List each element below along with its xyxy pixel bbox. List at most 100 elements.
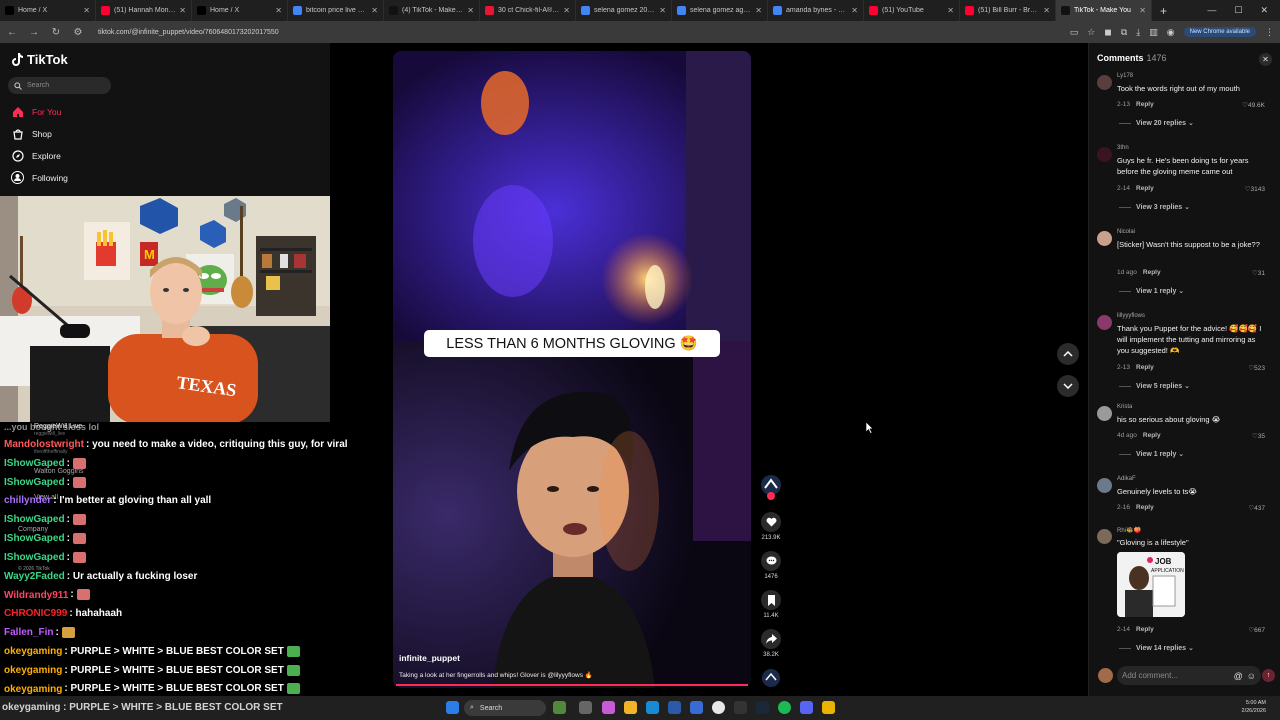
task-view-icon[interactable]: [579, 701, 592, 714]
mention-icon[interactable]: @: [1234, 671, 1243, 681]
comment-like-button[interactable]: ♡667: [1248, 626, 1265, 634]
site-info-icon[interactable]: ⚙: [72, 27, 84, 38]
tab-close-icon[interactable]: ✕: [755, 6, 762, 15]
reply-button[interactable]: Reply: [1136, 101, 1154, 108]
video-author[interactable]: infinite_puppet: [399, 653, 460, 663]
comment-avatar[interactable]: [1097, 147, 1112, 162]
comment-input-box[interactable]: @ ☺: [1117, 666, 1261, 685]
view-replies-button[interactable]: View 1 reply ⌄: [1119, 287, 1184, 295]
comment-username[interactable]: 3thn: [1117, 145, 1129, 151]
browser-tab[interactable]: Home / X ✕: [192, 0, 288, 21]
steam-icon[interactable]: [756, 701, 769, 714]
browser-tab[interactable]: selena gomez 2026 - G✕: [576, 0, 672, 21]
file-explorer-icon[interactable]: [624, 701, 637, 714]
back-icon[interactable]: ←: [6, 27, 18, 38]
chat-username[interactable]: okeygaming: [4, 684, 62, 695]
browser-tab[interactable]: amanda bynes - Goog✕: [768, 0, 864, 21]
chat-username[interactable]: IShowGaped: [4, 552, 65, 563]
sidepanel-icon[interactable]: ▥: [1149, 27, 1158, 38]
reply-button[interactable]: Reply: [1136, 626, 1154, 633]
widgets-icon[interactable]: [553, 701, 566, 714]
discord-icon[interactable]: [800, 701, 813, 714]
nav-for-you[interactable]: For You: [11, 105, 61, 118]
view-replies-button[interactable]: View 5 replies ⌄: [1119, 382, 1190, 390]
view-replies-button[interactable]: View 1 reply ⌄: [1119, 450, 1184, 458]
windows-start-icon[interactable]: [446, 701, 459, 714]
reload-icon[interactable]: ↻: [50, 27, 62, 38]
photos-icon[interactable]: [690, 701, 703, 714]
tab-close-icon[interactable]: ✕: [1139, 6, 1146, 15]
url-field[interactable]: tiktok.com/@infinite_puppet/video/760648…: [98, 29, 279, 36]
browser-tab[interactable]: selena gomez age - Go✕: [672, 0, 768, 21]
tab-close-icon[interactable]: ✕: [659, 6, 666, 15]
view-replies-button[interactable]: View 3 replies ⌄: [1119, 203, 1190, 211]
browser-tab[interactable]: TikTok - Make You ✕: [1056, 0, 1152, 21]
new-tab-button[interactable]: +: [1152, 4, 1175, 18]
chat-username[interactable]: Wayy2Faded: [4, 571, 65, 582]
comment-like-button[interactable]: ♡49.6K: [1242, 101, 1265, 109]
browser-tab[interactable]: 30 ct Chick-fil-A® Nug ✕: [480, 0, 576, 21]
chat-username[interactable]: IShowGaped: [4, 477, 65, 488]
tab-close-icon[interactable]: ✕: [275, 6, 282, 15]
comment-like-button[interactable]: ♡437: [1248, 504, 1265, 512]
sound-disc[interactable]: [756, 668, 786, 688]
spotify-icon[interactable]: [778, 701, 791, 714]
comment-like-button[interactable]: ♡31: [1252, 269, 1265, 277]
view-replies-button[interactable]: View 20 replies ⌄: [1119, 119, 1194, 127]
nav-explore[interactable]: Explore: [11, 149, 61, 162]
comment-sticker-image[interactable]: JOB APPLICATION: [1117, 552, 1185, 617]
browser-tab[interactable]: (51) Bill Burr - Breakin ✕: [960, 0, 1056, 21]
chat-username[interactable]: CHRONIC999: [4, 608, 67, 619]
comment-like-button[interactable]: ♡523: [1248, 364, 1265, 372]
creator-avatar[interactable]: [756, 474, 786, 500]
profile-icon[interactable]: ◉: [1167, 27, 1175, 38]
share-button[interactable]: 38.2K: [756, 629, 786, 658]
copilot-icon[interactable]: [602, 701, 615, 714]
browser-tab[interactable]: (51) Hannah Montana ✕: [96, 0, 192, 21]
chat-username[interactable]: Mandolostwright: [4, 439, 84, 450]
browser-tab[interactable]: (4) TikTok - Make Your✕: [384, 0, 480, 21]
nav-shop[interactable]: Shop: [11, 127, 52, 140]
comment-username[interactable]: Nicolai: [1117, 229, 1135, 235]
browser-tab[interactable]: (51) YouTube ✕: [864, 0, 960, 21]
tiktok-search-input[interactable]: Search: [8, 77, 111, 94]
nav-following[interactable]: Following: [11, 171, 68, 184]
reply-button[interactable]: Reply: [1136, 185, 1154, 192]
comment-input[interactable]: [1122, 671, 1230, 680]
video-player[interactable]: LESS THAN 6 MONTHS GLOVING 🤩 infinite_pu…: [393, 51, 751, 688]
bookmark-star-icon[interactable]: ☆: [1087, 27, 1095, 38]
chat-username[interactable]: IShowGaped: [4, 514, 65, 525]
chat-username[interactable]: chillynder: [4, 495, 51, 506]
view-replies-button[interactable]: View 14 replies ⌄: [1119, 644, 1194, 652]
tab-close-icon[interactable]: ✕: [851, 6, 858, 15]
comment-avatar[interactable]: [1097, 529, 1112, 544]
install-icon[interactable]: ▭: [1070, 27, 1079, 38]
comment-username[interactable]: lillyyyflows: [1117, 313, 1145, 319]
comment-avatar[interactable]: [1097, 231, 1112, 246]
chrome-update-pill[interactable]: New Chrome available: [1183, 27, 1256, 37]
comment-username[interactable]: Krista: [1117, 404, 1132, 410]
chat-username[interactable]: IShowGaped: [4, 458, 65, 469]
chat-username[interactable]: okeygaming: [4, 665, 62, 676]
comment-username[interactable]: Ly178: [1117, 73, 1133, 79]
obs-icon[interactable]: [734, 701, 747, 714]
chat-username[interactable]: IShowGaped: [4, 533, 65, 544]
comment-like-button[interactable]: ♡3143: [1245, 185, 1265, 193]
download-icon[interactable]: ⤓: [1136, 27, 1140, 38]
send-comment-button[interactable]: ↑: [1262, 669, 1275, 682]
comment-like-button[interactable]: ♡35: [1252, 432, 1265, 440]
comment-avatar[interactable]: [1097, 478, 1112, 493]
comment-button[interactable]: 1476: [756, 551, 786, 580]
comment-avatar[interactable]: [1097, 75, 1112, 90]
maximize-icon[interactable]: ☐: [1234, 5, 1242, 16]
comment-avatar[interactable]: [1097, 315, 1112, 330]
minimize-icon[interactable]: —: [1207, 5, 1216, 16]
previous-video-button[interactable]: [1057, 343, 1079, 365]
chrome-icon[interactable]: [712, 701, 725, 714]
comment-avatar[interactable]: [1097, 406, 1112, 421]
chat-username[interactable]: Wildrandy911: [4, 590, 68, 601]
app-icon[interactable]: [822, 701, 835, 714]
like-button[interactable]: 213.9K: [756, 512, 786, 541]
extension-icon[interactable]: ◼: [1104, 27, 1111, 38]
video-progress-bar[interactable]: [396, 684, 748, 686]
